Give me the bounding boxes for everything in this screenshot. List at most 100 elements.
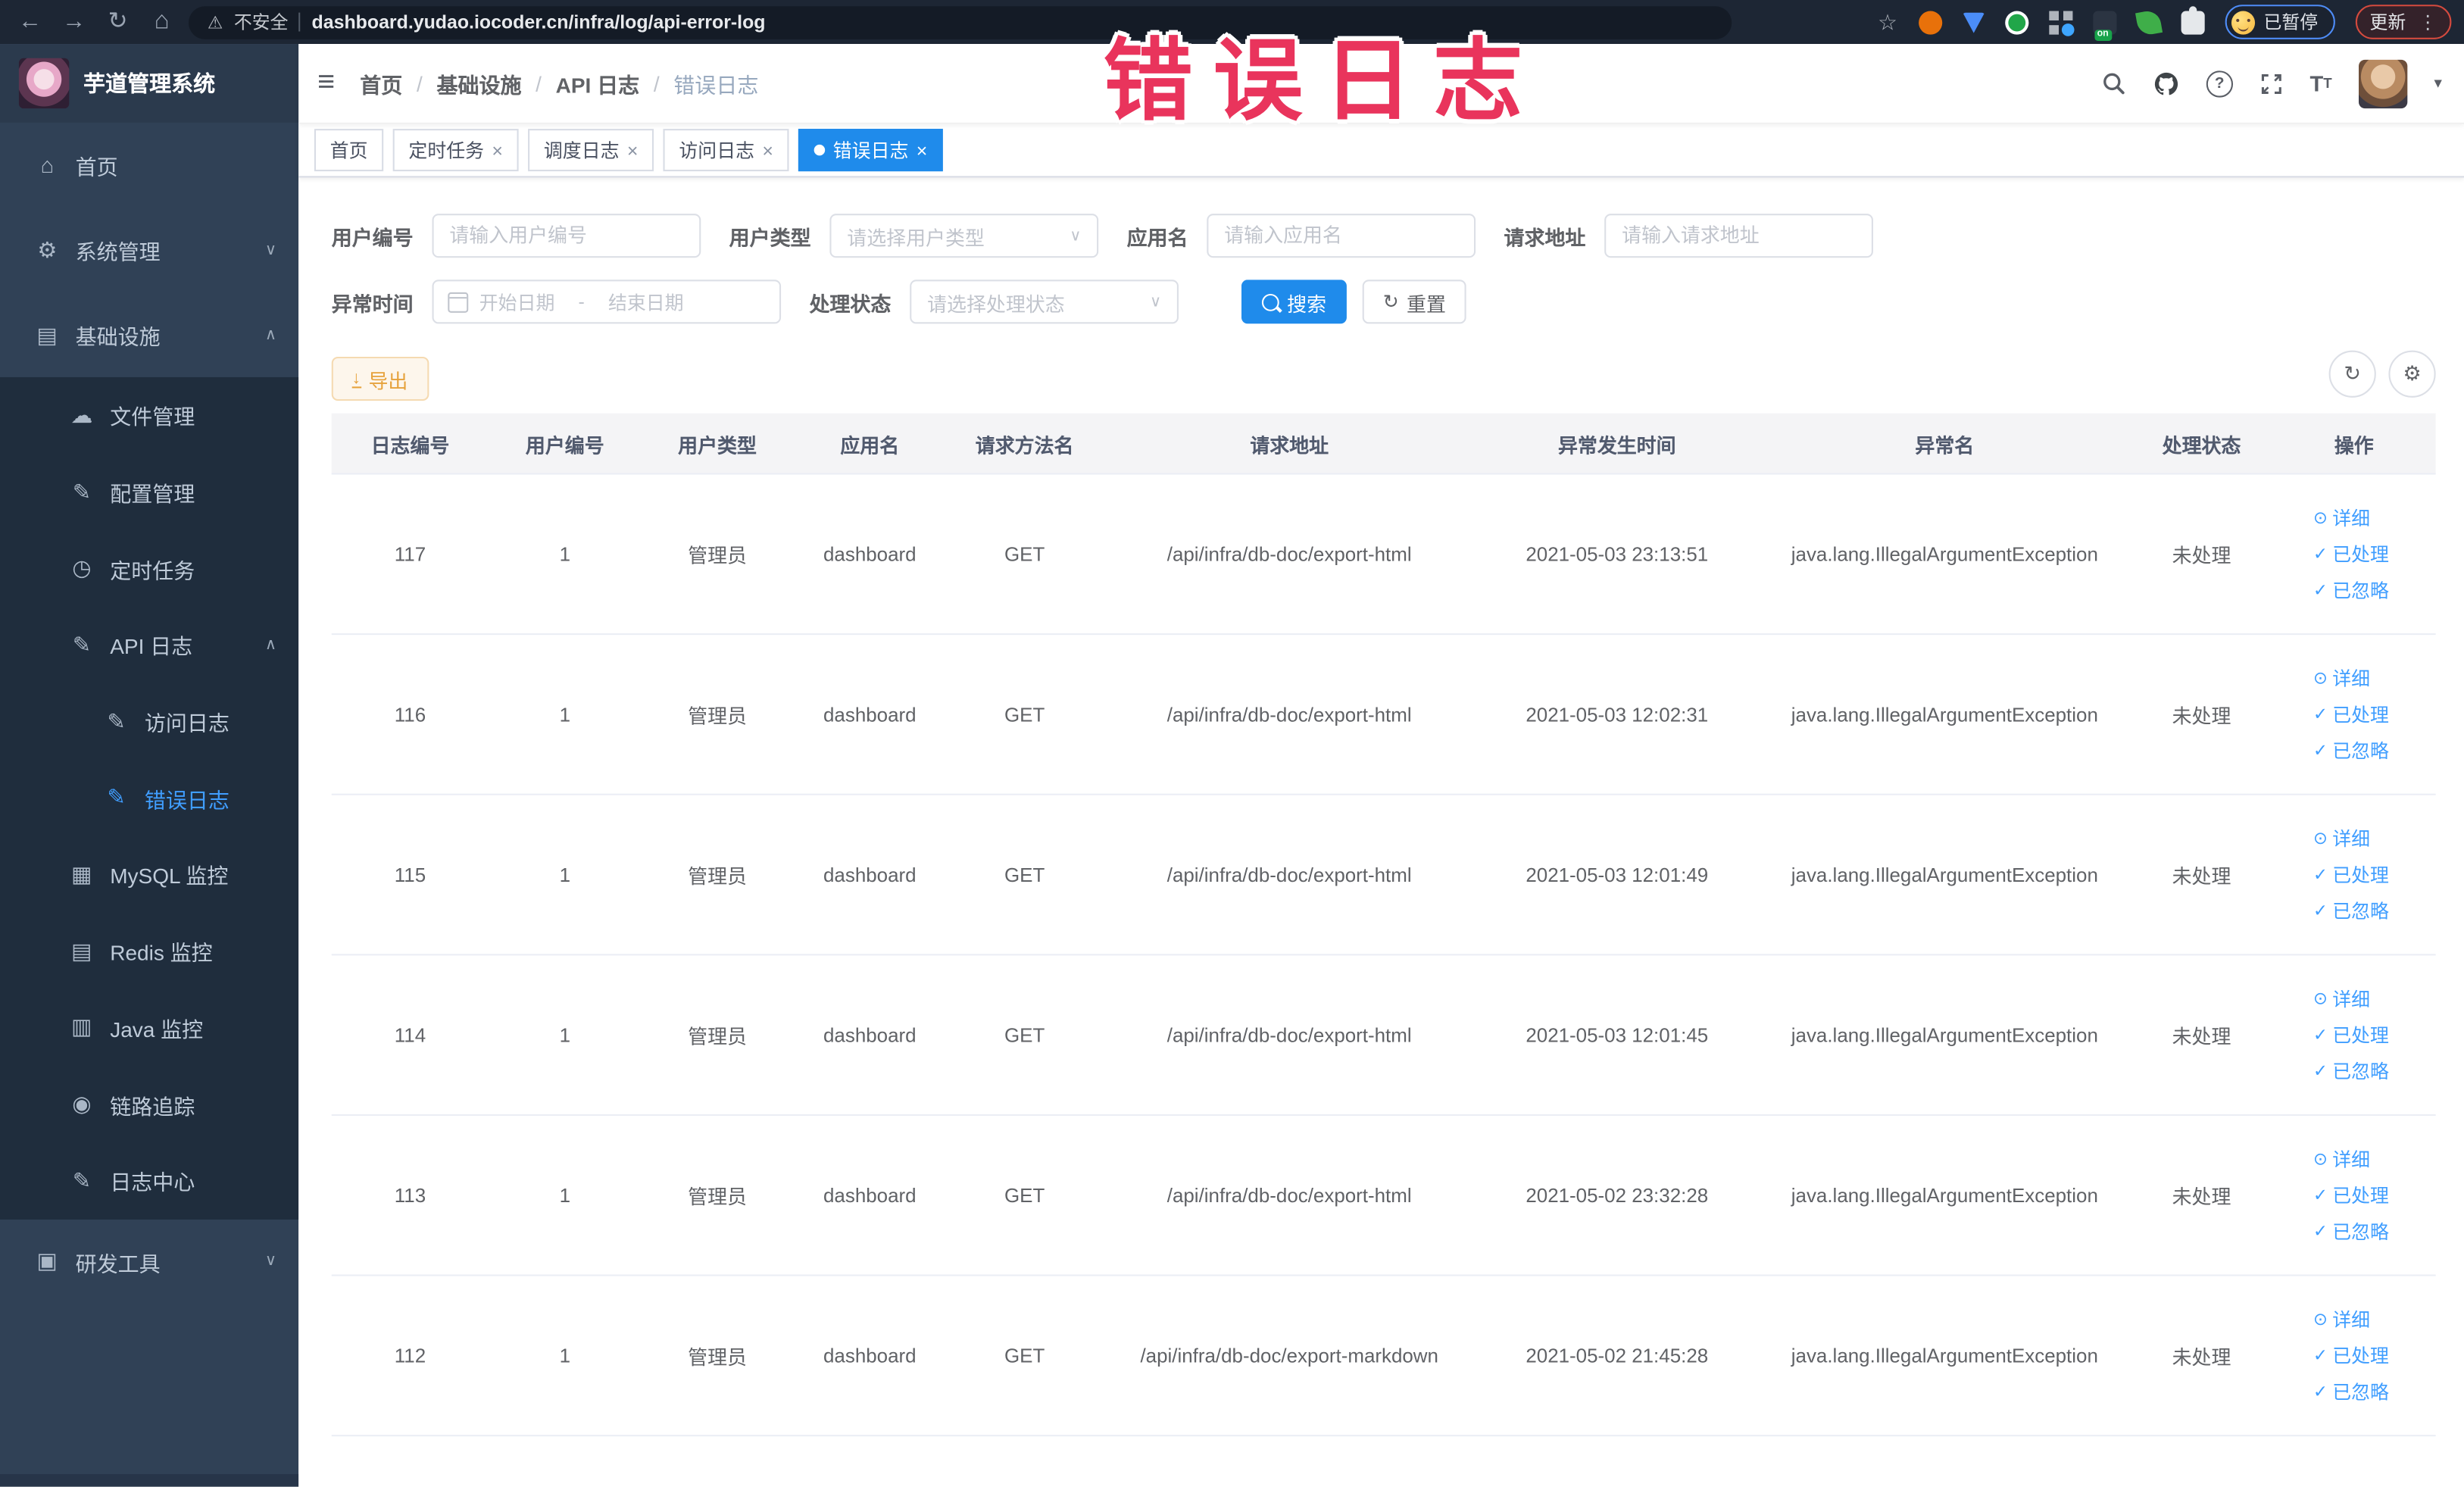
sidebar-item-log-center[interactable]: ✎ 日志中心 (0, 1142, 298, 1219)
app-name-input[interactable] (1207, 214, 1476, 258)
browser-home-icon[interactable] (145, 0, 180, 44)
detail-link[interactable]: 详细 (2313, 825, 2370, 851)
mark-processed-link[interactable]: 已处理 (2313, 701, 2389, 727)
app-title: 芋道管理系统 (83, 70, 216, 96)
mark-ignored-link[interactable]: 已忽略 (2313, 737, 2389, 764)
breadcrumb-infrastructure[interactable]: 基础设施 (436, 67, 521, 98)
eye-icon (2313, 1309, 2328, 1329)
mark-processed-link[interactable]: 已处理 (2313, 1182, 2389, 1208)
column-settings-button[interactable] (2388, 350, 2436, 398)
user-avatar[interactable] (2358, 58, 2408, 108)
table-mini-buttons (2328, 350, 2436, 398)
close-icon[interactable]: × (627, 139, 639, 161)
shield-extension-icon[interactable] (1962, 11, 1985, 33)
cell-log-id: 115 (394, 864, 426, 886)
grid-apps-extension-icon[interactable] (2048, 10, 2074, 36)
user-id-input[interactable] (432, 214, 701, 258)
mark-ignored-link[interactable]: 已忽略 (2313, 1057, 2389, 1084)
help-icon[interactable]: ? (2206, 70, 2233, 97)
fullscreen-icon[interactable] (2259, 71, 2283, 95)
sidebar-item-error-log[interactable]: ✎ 错误日志 (0, 760, 298, 836)
mark-ignored-link[interactable]: 已忽略 (2313, 1218, 2389, 1245)
column-header: 异常发生时间 (1557, 434, 1676, 457)
process-status-select[interactable]: 请选择处理状态 (910, 280, 1179, 324)
close-icon[interactable]: × (917, 139, 928, 161)
avatar-caret-down-icon[interactable] (2434, 75, 2442, 92)
detail-link[interactable]: 详细 (2313, 1145, 2370, 1172)
mark-ignored-link[interactable]: 已忽略 (2313, 898, 2389, 924)
close-icon[interactable]: × (762, 139, 773, 161)
leaf-extension-icon[interactable] (2134, 8, 2163, 36)
sidebar-item-home[interactable]: ⌂ 首页 (0, 123, 298, 208)
github-icon[interactable] (2153, 70, 2179, 96)
browser-back-icon[interactable] (13, 0, 48, 44)
request-url-input[interactable] (1604, 214, 1874, 258)
check-icon (2313, 740, 2328, 761)
tab-schedule-log[interactable]: 调度日志 × (528, 129, 654, 172)
sidebar-item-api-log[interactable]: ✎ API 日志 ∧ (0, 607, 298, 683)
detail-label: 详细 (2332, 667, 2371, 690)
sidebar-item-file-management[interactable]: ☁ 文件管理 (0, 377, 298, 454)
mark-processed-link[interactable]: 已处理 (2313, 861, 2389, 888)
browser-reload-icon[interactable] (101, 0, 136, 44)
mark-ignored-link[interactable]: 已忽略 (2313, 1378, 2389, 1404)
font-size-icon[interactable]: TT (2309, 70, 2331, 95)
sidebar-item-mysql-monitor[interactable]: ▦ MySQL 监控 (0, 836, 298, 913)
profile-paused-chip[interactable]: 已暂停 (2224, 5, 2335, 39)
sidebar-item-access-log[interactable]: ✎ 访问日志 (0, 683, 298, 760)
mark-ignored-link[interactable]: 已忽略 (2313, 576, 2389, 603)
extensions-puzzle-icon[interactable] (2180, 5, 2204, 34)
sidebar-item-scheduled-tasks[interactable]: ◷ 定时任务 (0, 530, 298, 607)
column-header: 日志编号 (370, 434, 450, 457)
sidebar-item-infrastructure[interactable]: ▤ 基础设施 ∧ (0, 292, 298, 377)
detail-label: 详细 (2332, 828, 2371, 851)
sidebar-item-system-management[interactable]: ⚙ 系统管理 ∨ (0, 208, 298, 292)
breadcrumb-home[interactable]: 首页 (360, 67, 402, 98)
adblock-extension-icon[interactable] (1918, 10, 1942, 34)
cell-actions: 详细 已处理 已忽略 (2272, 986, 2436, 1085)
security-warning-icon (208, 12, 223, 33)
sidebar-logo-row[interactable]: 芋道管理系统 (0, 44, 299, 123)
tab-scheduled-tasks[interactable]: 定时任务 × (392, 129, 519, 172)
refresh-table-button[interactable] (2328, 350, 2376, 398)
user-type-select[interactable]: 请选择用户类型 (829, 214, 1099, 258)
mark-processed-link[interactable]: 已处理 (2313, 1022, 2389, 1048)
address-bar[interactable]: 不安全 dashboard.yudao.iocoder.cn/infra/log… (188, 5, 1732, 39)
sidebar-item-java-monitor[interactable]: ▥ Java 监控 (0, 989, 298, 1066)
breadcrumb-api-log[interactable]: API 日志 (556, 67, 640, 98)
sidebar-item-trace[interactable]: ◉ 链路追踪 (0, 1066, 298, 1142)
green-v-extension-icon[interactable] (2004, 10, 2028, 34)
tab-access-log[interactable]: 访问日志 × (663, 129, 789, 172)
tab-home[interactable]: 首页 (314, 129, 384, 172)
sidebar-item-label: 访问日志 (144, 711, 230, 736)
page-url[interactable]: dashboard.yudao.iocoder.cn/infra/log/api… (312, 11, 766, 33)
mark-processed-link[interactable]: 已处理 (2313, 541, 2389, 567)
detail-link[interactable]: 详细 (2313, 1306, 2370, 1332)
sidebar-item-dev-tools[interactable]: ▣ 研发工具 ∨ (0, 1219, 298, 1304)
proxy-extension-icon[interactable]: on (2092, 10, 2116, 40)
detail-link[interactable]: 详细 (2313, 665, 2370, 692)
browser-update-button[interactable]: 更新 (2355, 5, 2452, 39)
log-edit-icon: ✎ (72, 631, 92, 657)
detail-link[interactable]: 详细 (2313, 505, 2370, 531)
search-icon[interactable] (2101, 70, 2126, 95)
date-range-picker[interactable]: 开始日期 - 结束日期 (432, 280, 782, 324)
bookmark-star-icon[interactable] (1878, 8, 1897, 35)
check-icon (2313, 1185, 2328, 1205)
cloud-icon: ☁ (70, 401, 93, 427)
search-button[interactable]: 搜索 (1241, 280, 1348, 324)
export-button[interactable]: 导出 (331, 356, 429, 401)
download-icon (351, 370, 361, 388)
reset-button[interactable]: 重置 (1362, 280, 1466, 324)
hamburger-icon[interactable] (317, 66, 335, 101)
tab-error-log[interactable]: 错误日志 × (798, 129, 944, 172)
sidebar-item-config-management[interactable]: ✎ 配置管理 (0, 454, 298, 530)
mark-processed-link[interactable]: 已处理 (2313, 1342, 2389, 1369)
browser-forward-icon[interactable] (57, 0, 92, 44)
security-label[interactable]: 不安全 (234, 9, 289, 34)
detail-link[interactable]: 详细 (2313, 986, 2370, 1012)
sidebar-item-redis-monitor[interactable]: ▤ Redis 监控 (0, 913, 298, 989)
sidebar-item-label: Java 监控 (110, 1018, 204, 1042)
close-icon[interactable]: × (492, 139, 503, 161)
browser-menu-dots-icon[interactable] (2419, 11, 2437, 33)
